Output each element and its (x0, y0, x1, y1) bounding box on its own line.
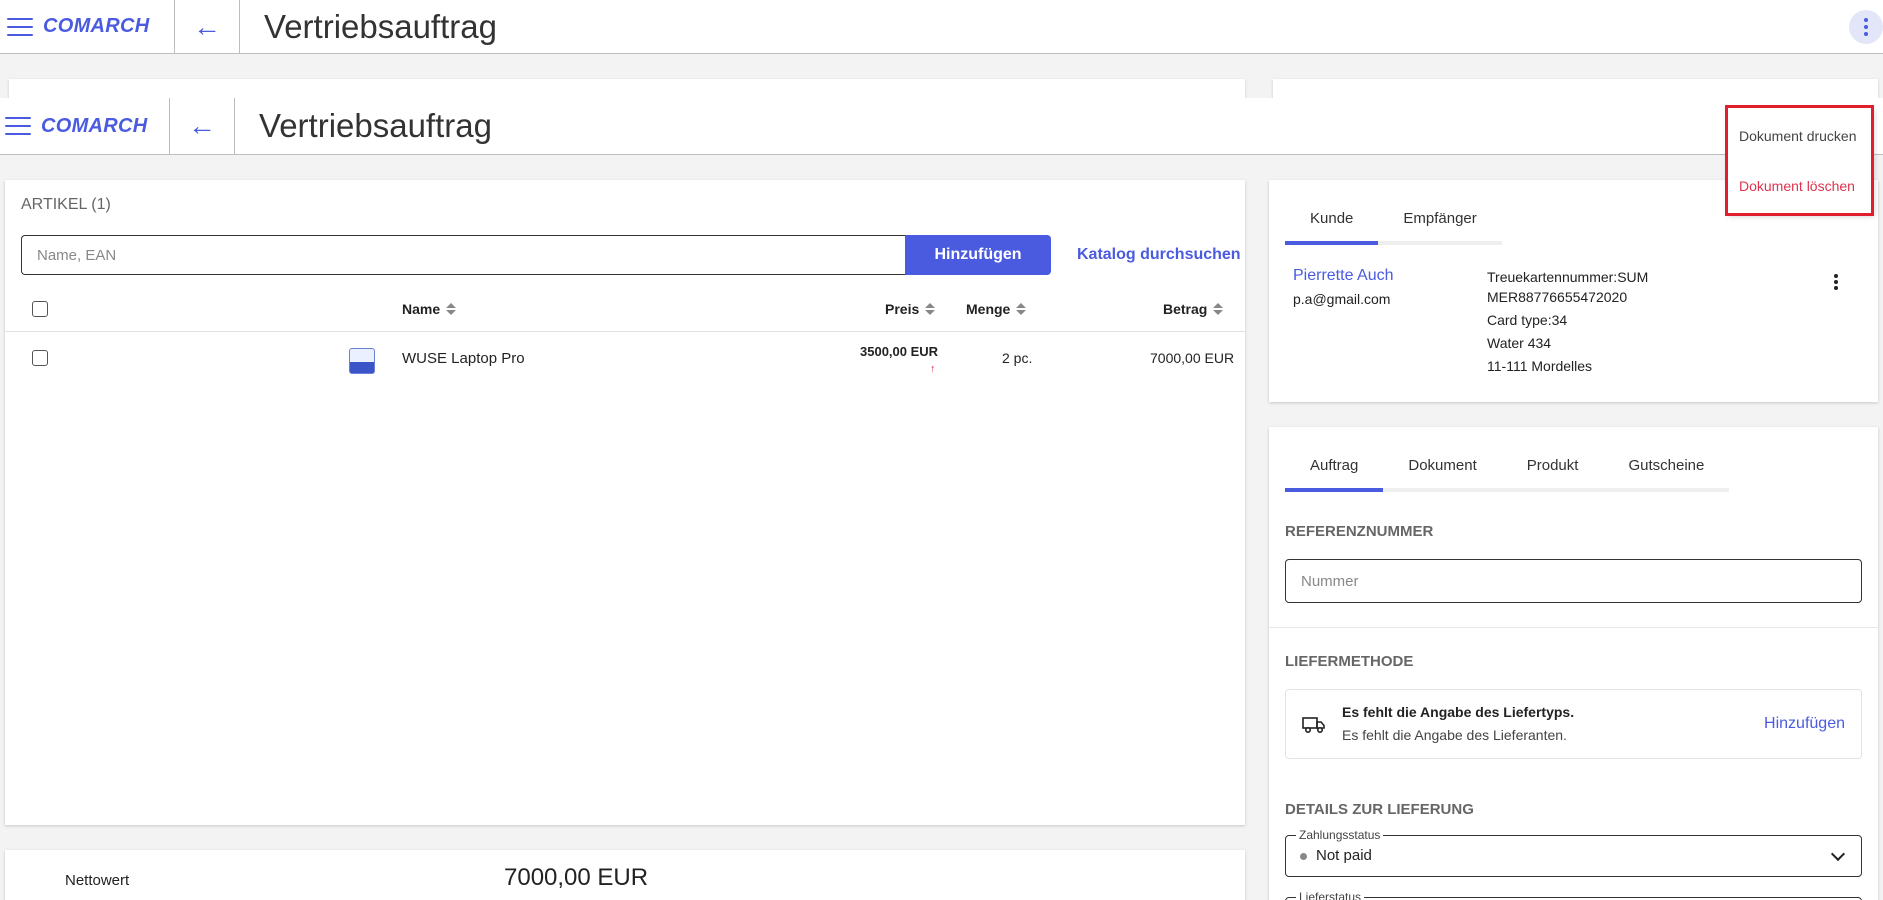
card-type: Card type:34 (1487, 312, 1568, 328)
logo: COMARCH (41, 114, 148, 137)
menu-icon[interactable] (7, 17, 33, 36)
chevron-down-icon (1830, 846, 1846, 862)
tab-product[interactable]: Produkt (1502, 457, 1604, 488)
reference-number-input[interactable] (1285, 559, 1862, 603)
column-amount[interactable]: Betrag (1163, 301, 1224, 317)
background-card (9, 79, 1245, 99)
tab-document[interactable]: Dokument (1383, 457, 1501, 488)
back-arrow-icon[interactable]: ← (175, 11, 239, 43)
table-row[interactable]: WUSE Laptop Pro 3500,00 EUR ↑ 2 pc. 7000… (5, 332, 1245, 392)
table-header: Name Preis Menge Betrag (5, 286, 1245, 332)
article-search-input[interactable] (21, 235, 905, 275)
page-title: Vertriebsauftrag (264, 7, 497, 45)
column-price[interactable]: Preis (885, 301, 936, 317)
delivery-supplier-missing: Es fehlt die Angabe des Lieferanten. (1342, 727, 1567, 743)
payment-status-value: Not paid (1316, 847, 1372, 864)
price-changed-icon: ↑ (930, 363, 936, 375)
truck-icon (1302, 717, 1325, 734)
tab-recipient[interactable]: Empfänger (1378, 210, 1501, 241)
customer-email: p.a@gmail.com (1293, 291, 1391, 307)
product-name[interactable]: WUSE Laptop Pro (402, 350, 525, 367)
row-checkbox[interactable] (32, 350, 48, 366)
app-header: COMARCH ← Vertriebsauftrag (0, 98, 1883, 155)
product-quantity[interactable]: 2 pc. (1002, 350, 1032, 366)
status-dot-icon (1300, 853, 1307, 860)
order-tabs: Auftrag Dokument Produkt Gutscheine (1285, 457, 1730, 492)
tab-customer[interactable]: Kunde (1285, 210, 1379, 245)
delivery-details-title: DETAILS ZUR LIEFERUNG (1285, 801, 1474, 818)
sort-icon (925, 303, 936, 315)
customer-street: Water 434 (1487, 335, 1552, 351)
back-arrow-icon[interactable]: ← (170, 110, 234, 142)
delivery-method-box: Es fehlt die Angabe des Liefertyps. Es f… (1285, 689, 1862, 759)
delivery-status-label: Lieferstatus (1296, 890, 1365, 900)
customer-name[interactable]: Pierrette Auch (1293, 267, 1394, 285)
add-delivery-method-button[interactable]: Hinzufügen (1764, 715, 1845, 733)
column-name[interactable]: Name (402, 301, 457, 317)
options-menu: Dokument drucken Dokument löschen (1728, 108, 1874, 214)
product-thumbnail (349, 348, 375, 374)
background-header: COMARCH ← Vertriebsauftrag (0, 0, 1883, 54)
loyalty-card-number-cont: MER88776655472020 (1487, 289, 1628, 305)
more-options-icon[interactable] (1849, 10, 1883, 44)
product-price: 3500,00 EUR (860, 344, 939, 359)
sort-icon (446, 303, 457, 315)
sort-icon (1016, 303, 1027, 315)
print-document-item[interactable]: Dokument drucken (1739, 128, 1857, 144)
reference-number-title: REFERENZNUMMER (1285, 523, 1434, 540)
add-article-row: Hinzufügen Katalog durchsuchen (21, 235, 1241, 275)
payment-status-select[interactable]: Zahlungsstatus Not paid (1285, 828, 1862, 877)
net-value: 7000,00 EUR (504, 864, 649, 891)
tab-vouchers[interactable]: Gutscheine (1603, 457, 1729, 488)
net-value-label: Nettowert (65, 872, 130, 889)
customer-more-icon[interactable] (1834, 273, 1838, 291)
loyalty-card-number: Treuekartennummer:SUM (1487, 269, 1649, 285)
logo: COMARCH (43, 15, 150, 37)
customer-details: Treuekartennummer:SUM MER88776655472020 … (1487, 267, 1667, 376)
page-title: Vertriebsauftrag (259, 107, 492, 144)
product-amount: 7000,00 EUR (1150, 350, 1235, 366)
delivery-method-title: LIEFERMETHODE (1285, 653, 1414, 670)
customer-city: 11-111 Mordelles (1487, 358, 1593, 374)
select-all-checkbox[interactable] (32, 301, 48, 317)
delivery-type-missing: Es fehlt die Angabe des Liefertyps. (1342, 704, 1575, 720)
articles-title: ARTIKEL (1) (21, 196, 111, 213)
tab-order[interactable]: Auftrag (1285, 457, 1384, 492)
browse-catalog-link[interactable]: Katalog durchsuchen (1077, 246, 1241, 264)
menu-icon[interactable] (5, 117, 31, 135)
sort-icon (1213, 303, 1224, 315)
delete-document-item[interactable]: Dokument löschen (1739, 178, 1855, 194)
background-card (1273, 79, 1878, 99)
articles-card: ARTIKEL (1) Hinzufügen Katalog durchsuch… (5, 180, 1245, 825)
add-article-button[interactable]: Hinzufügen (905, 235, 1051, 275)
column-quantity[interactable]: Menge (966, 301, 1027, 317)
totals-card: Nettowert 7000,00 EUR (5, 850, 1245, 900)
order-card: Auftrag Dokument Produkt Gutscheine REFE… (1269, 427, 1878, 900)
customer-tabs: Kunde Empfänger (1285, 210, 1502, 245)
payment-status-label: Zahlungsstatus (1296, 828, 1384, 842)
